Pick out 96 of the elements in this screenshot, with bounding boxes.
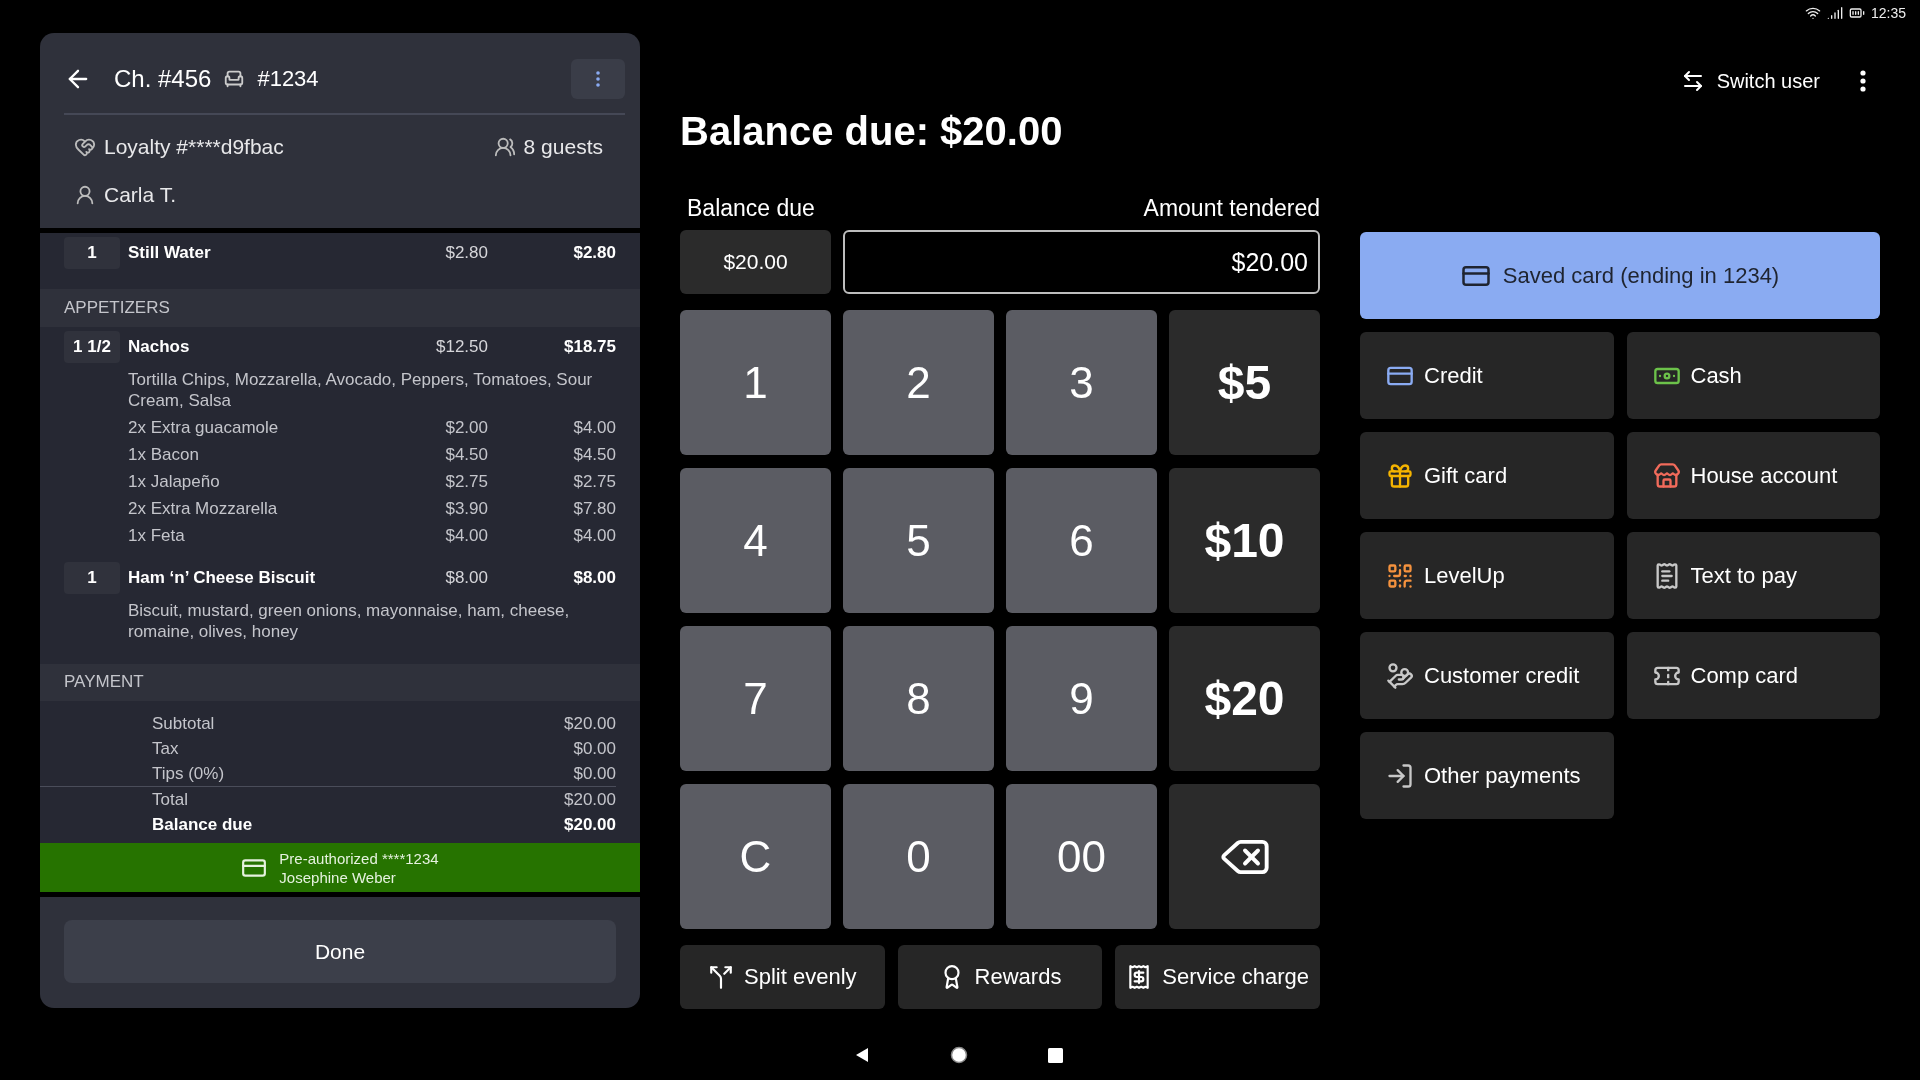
cardholder-name: Josephine Weber	[279, 867, 397, 887]
tender-button[interactable]: Comp card	[1626, 632, 1880, 719]
tender-button[interactable]: Credit	[1360, 332, 1614, 419]
summary-label: Tax	[152, 738, 179, 760]
summary-value: $0.00	[573, 738, 616, 760]
digit-key[interactable]: 6	[1006, 468, 1157, 613]
modifier-total: $4.50	[572, 443, 616, 466]
modifier-price: $3.90	[444, 497, 488, 520]
tender-button[interactable]: Customer credit	[1360, 632, 1614, 719]
item-total: $8.00	[572, 567, 616, 588]
split-arrow-icon	[708, 964, 735, 990]
balance-due-value: $20.00	[680, 230, 831, 294]
balance-due-label: Balance due	[687, 195, 815, 222]
tender-button[interactable]: Text to pay	[1626, 532, 1880, 619]
item-description: Tortilla Chips, Mozzarella, Avocado, Peppers, Tomatoes, Sour Cream, Salsa	[128, 368, 594, 412]
recents-nav-icon[interactable]	[1047, 1047, 1063, 1063]
summary-value: $20.00	[564, 789, 616, 811]
digit-key[interactable]: 5	[843, 468, 994, 613]
server-name: Carla T.	[104, 183, 176, 207]
modifier-total: $4.00	[572, 524, 616, 547]
clock-time: 12:35	[1870, 4, 1906, 21]
balance-due-title: Balance due: $20.00	[680, 108, 1064, 155]
modifier-name: 1x Bacon	[128, 443, 200, 466]
modifier-total: $2.75	[572, 470, 616, 493]
modifier-total: $7.80	[572, 497, 616, 520]
digit-key[interactable]: 1	[680, 310, 831, 455]
summary-label: Total	[152, 789, 188, 811]
item-price: $12.50	[435, 336, 488, 357]
digit-key[interactable]: 0	[843, 784, 994, 929]
guests-icon	[493, 136, 516, 158]
modifier-name: 2x Extra Mozzarella	[128, 497, 279, 520]
tender-button[interactable]: House account	[1626, 432, 1880, 519]
quantity-badge: 1 1/2	[64, 330, 120, 363]
amount-tendered-label: Amount tendered	[1143, 195, 1320, 222]
item-price: $2.80	[444, 243, 488, 263]
modifier-price: $4.00	[444, 524, 488, 547]
digit-key[interactable]: 2	[843, 310, 994, 455]
amount-key[interactable]: $10	[1169, 468, 1320, 613]
item-price: $8.00	[444, 567, 488, 588]
modifier-name: 2x Extra guacamole	[128, 416, 280, 439]
digit-key[interactable]: 00	[1006, 784, 1157, 929]
check-title: Ch. #456	[114, 65, 212, 93]
modifier-price: $4.50	[444, 443, 488, 466]
quantity-badge: 1	[64, 561, 120, 594]
digit-key[interactable]: 8	[843, 626, 994, 771]
item-name: Still Water	[128, 243, 212, 263]
modifier-price: $2.75	[444, 470, 488, 493]
digit-key[interactable]: 9	[1006, 626, 1157, 771]
table-icon	[223, 68, 246, 90]
table-number: #1234	[257, 66, 319, 92]
summary-label: Tips (0%)	[152, 763, 225, 785]
guest-count: 8 guests	[523, 135, 603, 159]
switch-user-button[interactable]: Switch user	[1680, 69, 1820, 93]
item-name: Nachos	[128, 336, 191, 357]
kebab-icon	[1860, 70, 1866, 92]
server-icon	[74, 184, 96, 206]
summary-label: Balance due	[152, 814, 253, 836]
modifier-name: 1x Jalapeño	[128, 470, 221, 493]
tender-button[interactable]: LevelUp	[1360, 532, 1614, 619]
action-button[interactable]: Split evenly	[680, 945, 885, 1009]
loyalty-icon	[74, 136, 96, 158]
digit-key[interactable]: C	[680, 784, 831, 929]
section-header: APPETIZERS	[40, 289, 640, 327]
summary-label: Subtotal	[152, 713, 215, 735]
action-button[interactable]: Service charge	[1115, 945, 1320, 1009]
digit-key[interactable]: 4	[680, 468, 831, 613]
preauth-text: Pre-authorized ****1234	[279, 848, 439, 868]
amount-key[interactable]: $5	[1169, 310, 1320, 455]
tender-button[interactable]: Gift card	[1360, 432, 1614, 519]
digit-key[interactable]: 3	[1006, 310, 1157, 455]
summary-value: $20.00	[564, 713, 616, 735]
item-name: Ham ‘n’ Cheese Biscuit	[128, 567, 317, 588]
tender-button[interactable]: Other payments	[1360, 732, 1614, 819]
home-nav-icon[interactable]	[949, 1046, 968, 1064]
summary-value: $0.00	[573, 763, 616, 785]
modifier-total: $4.00	[572, 416, 616, 439]
loyalty-number: Loyalty #****d9fbac	[104, 135, 284, 159]
action-button[interactable]: Rewards	[897, 945, 1103, 1009]
amount-tendered-field[interactable]: $20.00	[843, 230, 1320, 294]
item-total: $2.80	[572, 243, 616, 263]
amount-key[interactable]: $20	[1169, 626, 1320, 771]
signal-icon	[1826, 4, 1843, 21]
backspace-key[interactable]	[1169, 784, 1320, 929]
digit-key[interactable]: 7	[680, 626, 831, 771]
saved-card-button[interactable]: Saved card (ending in 1234)	[1360, 232, 1880, 319]
more-button[interactable]	[1860, 70, 1866, 92]
section-header: PAYMENT	[40, 663, 640, 701]
summary-value: $20.00	[564, 814, 616, 836]
modifier-name: 1x Feta	[128, 524, 186, 547]
item-total: $18.75	[563, 336, 616, 357]
quantity-badge: 1	[64, 237, 120, 269]
tender-button[interactable]: Cash	[1626, 332, 1880, 419]
kebab-icon	[596, 71, 600, 87]
done-button[interactable]: Done	[64, 920, 616, 983]
item-description: Biscuit, mustard, green onions, mayonnaise, ham, cheese, romaine, olives, honey	[128, 599, 571, 643]
modifier-price: $2.00	[444, 416, 488, 439]
